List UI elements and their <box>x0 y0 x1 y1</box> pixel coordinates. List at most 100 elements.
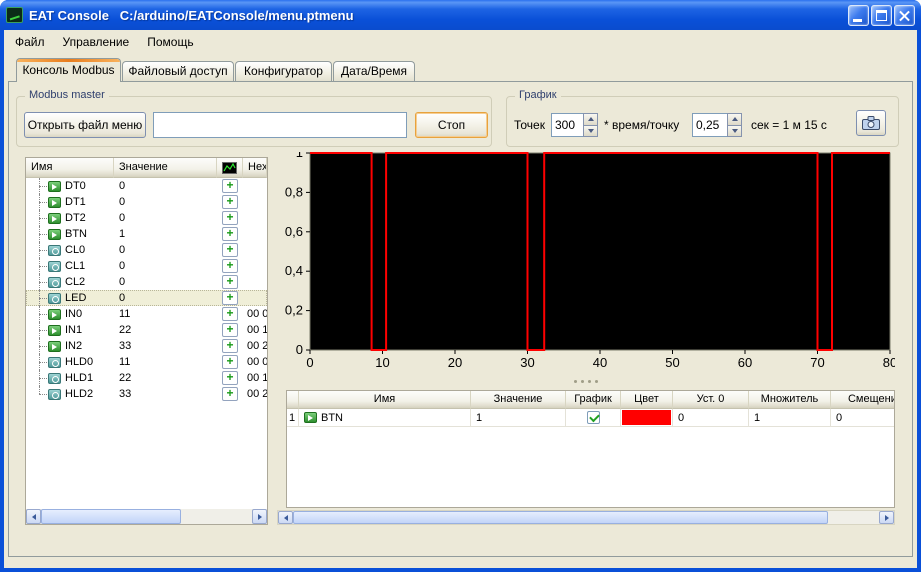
menu-control[interactable]: Управление <box>54 31 139 53</box>
scroll-right-button[interactable] <box>879 511 894 524</box>
add-to-graph-button[interactable]: + <box>222 243 238 257</box>
tab-date-time[interactable]: Дата/Время <box>333 61 415 81</box>
add-to-graph-button[interactable]: + <box>222 307 238 321</box>
register-hex: 00 1 <box>247 324 267 336</box>
register-row-IN2[interactable]: IN2 33 +00 2 <box>26 338 267 354</box>
register-row-DT1[interactable]: DT1 0 + <box>26 194 267 210</box>
add-to-graph-button[interactable]: + <box>222 275 238 289</box>
y-tick-label: 1 <box>296 152 303 160</box>
plot-column-header-0[interactable] <box>287 391 299 409</box>
scroll-left-button[interactable] <box>26 509 41 524</box>
close-button[interactable] <box>894 4 915 26</box>
column-header-value[interactable]: Значение <box>114 158 217 178</box>
add-to-graph-button[interactable]: + <box>222 227 238 241</box>
minimize-button[interactable] <box>848 4 869 26</box>
maximize-button[interactable] <box>871 4 892 26</box>
time-per-point-input[interactable] <box>692 113 727 137</box>
menu-file-path-input[interactable] <box>153 112 407 138</box>
time-down-button[interactable] <box>727 125 742 137</box>
screenshot-button[interactable] <box>856 110 886 136</box>
plot-table-body: 1 BTN 1 0 1 0 <box>287 409 894 427</box>
column-header-name[interactable]: Имя <box>26 158 114 178</box>
registers-hscrollbar[interactable] <box>26 509 267 524</box>
tree-branch-line <box>38 178 48 194</box>
graph-checkbox[interactable] <box>586 411 600 424</box>
register-row-CL0[interactable]: CL0 0 + <box>26 242 267 258</box>
register-name: DT0 <box>65 180 86 192</box>
add-to-graph-button[interactable]: + <box>222 339 238 353</box>
y-tick-label: 0,8 <box>285 184 303 199</box>
register-green-icon <box>48 196 61 208</box>
register-name: CL1 <box>65 260 86 272</box>
register-row-HLD1[interactable]: HLD1 22 +00 1 <box>26 370 267 386</box>
menu-file[interactable]: Файл <box>6 31 54 53</box>
points-input[interactable] <box>551 113 583 137</box>
register-row-IN0[interactable]: IN0 11 +00 0 <box>26 306 267 322</box>
scroll-track[interactable] <box>41 509 252 524</box>
register-name: CL2 <box>65 276 86 288</box>
series-color-swatch[interactable] <box>621 409 673 427</box>
x-tick-label: 40 <box>593 355 607 370</box>
title-bar[interactable]: EAT Console C:/arduino/EATConsole/menu.p… <box>0 0 921 30</box>
register-row-DT2[interactable]: DT2 0 + <box>26 210 267 226</box>
splitter-handle[interactable] <box>277 375 895 388</box>
tab-configurator[interactable]: Конфигуратор <box>235 61 332 81</box>
register-row-HLD0[interactable]: HLD0 11 +00 0 <box>26 354 267 370</box>
register-row-CL2[interactable]: CL2 0 + <box>26 274 267 290</box>
register-value: 0 <box>119 260 126 272</box>
add-to-graph-button[interactable]: + <box>222 371 238 385</box>
register-name: DT2 <box>65 212 86 224</box>
add-to-graph-button[interactable]: + <box>222 323 238 337</box>
add-to-graph-button[interactable]: + <box>222 195 238 209</box>
scroll-thumb[interactable] <box>41 509 181 524</box>
scroll-track[interactable] <box>293 511 879 524</box>
plot-hscrollbar[interactable] <box>277 510 895 525</box>
plot-column-header-7[interactable]: Смещение <box>831 391 894 409</box>
scroll-thumb[interactable] <box>293 511 828 524</box>
register-green-icon <box>48 340 61 352</box>
column-header-graph[interactable] <box>217 158 243 178</box>
row-number: 1 <box>287 409 299 427</box>
register-name: IN1 <box>65 324 83 336</box>
column-header-hex[interactable]: Hex <box>243 158 267 178</box>
add-to-graph-button[interactable]: + <box>222 387 238 401</box>
scroll-right-button[interactable] <box>252 509 267 524</box>
plot-column-header-3[interactable]: График <box>566 391 621 409</box>
plot-column-header-4[interactable]: Цвет <box>621 391 673 409</box>
add-to-graph-button[interactable]: + <box>222 211 238 225</box>
window-title: EAT Console C:/arduino/EATConsole/menu.p… <box>29 7 354 23</box>
tree-branch-line <box>38 338 48 354</box>
points-down-button[interactable] <box>583 125 598 137</box>
register-name: HLD1 <box>65 372 94 384</box>
tab-file-access[interactable]: Файловый доступ <box>122 61 234 81</box>
tab-modbus-console[interactable]: Консоль Modbus <box>16 58 121 82</box>
add-to-graph-button[interactable]: + <box>222 179 238 193</box>
time-up-button[interactable] <box>727 113 742 126</box>
register-row-DT0[interactable]: DT0 0 + <box>26 178 267 194</box>
register-row-IN1[interactable]: IN1 22 +00 1 <box>26 322 267 338</box>
plot-column-header-1[interactable]: Имя <box>299 391 471 409</box>
plot-column-header-6[interactable]: Множитель <box>749 391 831 409</box>
scroll-left-button[interactable] <box>278 511 293 524</box>
x-tick-label: 50 <box>665 355 679 370</box>
plot-column-header-5[interactable]: Уст. 0 <box>673 391 749 409</box>
register-row-HLD2[interactable]: HLD2 33 +00 2 <box>26 386 267 402</box>
register-row-LED[interactable]: LED 0 + <box>26 290 267 306</box>
menu-help[interactable]: Помощь <box>138 31 202 53</box>
add-to-graph-button[interactable]: + <box>222 291 238 305</box>
points-up-button[interactable] <box>583 113 598 126</box>
plot-column-header-2[interactable]: Значение <box>471 391 566 409</box>
register-row-BTN[interactable]: BTN 1 + <box>26 226 267 242</box>
open-menu-file-button[interactable]: Открыть файл меню <box>24 112 146 138</box>
add-to-graph-button[interactable]: + <box>222 355 238 369</box>
tree-branch-line <box>38 386 48 402</box>
register-value: 0 <box>119 196 126 208</box>
register-row-CL1[interactable]: CL1 0 + <box>26 258 267 274</box>
add-to-graph-button[interactable]: + <box>222 259 238 273</box>
stop-button[interactable]: Стоп <box>415 112 488 138</box>
series-offset: 0 <box>831 409 894 427</box>
points-label: Точек <box>514 118 545 132</box>
menu-bar: Файл Управление Помощь <box>4 30 917 54</box>
y-tick-label: 0 <box>296 342 303 357</box>
plot-series-row-BTN[interactable]: 1 BTN 1 0 1 0 <box>287 409 894 427</box>
